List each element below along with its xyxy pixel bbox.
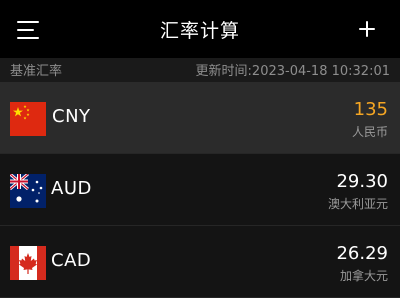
- china-flag-icon: [10, 102, 46, 136]
- australia-flag-icon: [10, 174, 46, 208]
- currency-amount[interactable]: 135: [354, 99, 388, 120]
- currency-row-cny[interactable]: CNY 135 人民币: [0, 82, 400, 154]
- currency-code: CAD: [51, 250, 92, 271]
- currency-list: CNY 135 人民币 AUD 29.30 澳大利亚元 CAD 26.29 加拿…: [0, 82, 400, 298]
- currency-row-aud[interactable]: AUD 29.30 澳大利亚元: [0, 154, 400, 226]
- currency-amount[interactable]: 29.30: [336, 171, 388, 192]
- currency-row-cad[interactable]: CAD 26.29 加拿大元: [0, 226, 400, 298]
- currency-amount[interactable]: 26.29: [336, 243, 388, 264]
- currency-code: CNY: [52, 106, 91, 127]
- page-title: 汇率计算: [159, 20, 240, 42]
- currency-name: 加拿大元: [339, 269, 388, 283]
- currency-code: AUD: [51, 178, 92, 199]
- currency-name: 澳大利亚元: [327, 197, 388, 211]
- app-header: 汇率计算: [0, 0, 400, 58]
- rate-info-bar: 基准汇率 更新时间:2023-04-18 10:32:01: [0, 58, 400, 82]
- canada-flag-icon: [10, 246, 46, 280]
- currency-name: 人民币: [351, 125, 388, 139]
- add-icon[interactable]: [357, 19, 377, 39]
- base-rate-label: 基准汇率: [10, 64, 63, 79]
- update-time: 更新时间:2023-04-18 10:32:01: [195, 64, 390, 79]
